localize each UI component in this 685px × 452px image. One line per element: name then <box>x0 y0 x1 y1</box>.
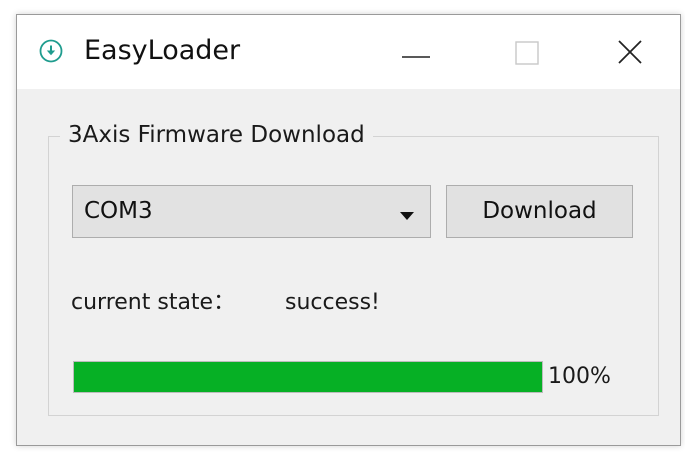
close-icon <box>618 40 642 64</box>
current-state-label: current state： <box>71 290 236 315</box>
progress-bar <box>73 361 543 393</box>
com-port-value: COM3 <box>84 198 153 224</box>
progress-bar-fill <box>74 362 542 392</box>
title-bar[interactable]: EasyLoader <box>17 15 680 89</box>
download-button[interactable]: Download <box>446 185 633 238</box>
minimize-button[interactable] <box>362 15 472 89</box>
download-circle-icon <box>39 39 63 63</box>
current-state-value: success! <box>285 290 380 315</box>
maximize-button[interactable] <box>472 15 582 89</box>
window-title: EasyLoader <box>84 35 241 66</box>
close-button[interactable] <box>570 15 680 89</box>
dropdown-arrow-icon <box>400 206 414 220</box>
easyloader-window: EasyLoader 3Axis Firmware Download COM3 <box>16 14 681 446</box>
group-title: 3Axis Firmware Download <box>60 119 373 151</box>
com-port-select[interactable]: COM3 <box>72 185 431 238</box>
maximize-icon <box>515 41 539 65</box>
minimize-icon <box>402 56 430 58</box>
progress-percent: 100% <box>548 364 611 389</box>
